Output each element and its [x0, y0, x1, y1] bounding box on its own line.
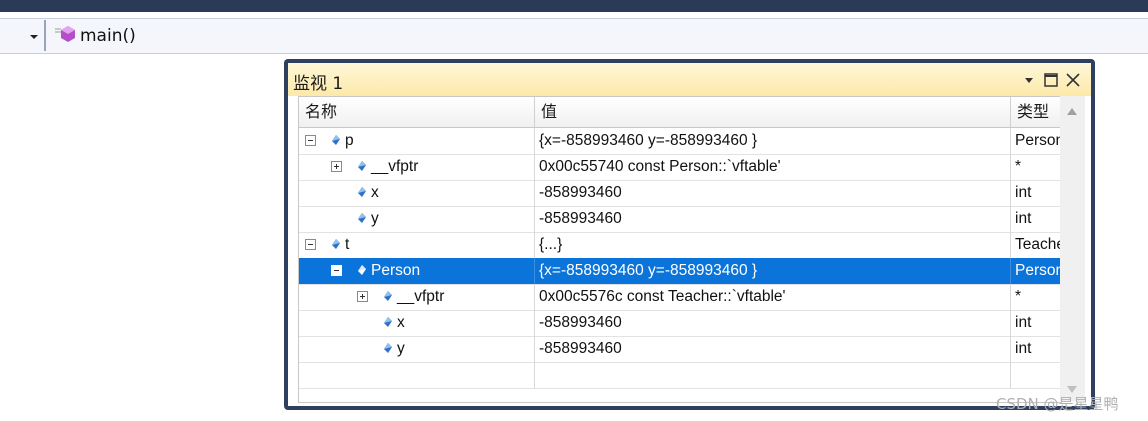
navigation-bar: main()	[0, 18, 1148, 54]
variable-name: Person	[371, 262, 421, 279]
type-cell: int	[1015, 314, 1032, 331]
watch-row[interactable]: x -858993460 int	[299, 180, 1061, 207]
value-cell[interactable]: 0x00c55740 const Person::`vftable'	[535, 154, 1011, 180]
expand-icon[interactable]	[331, 161, 342, 172]
type-cell: Person	[1015, 132, 1061, 149]
column-header-name[interactable]: 名称	[299, 97, 535, 127]
value-cell[interactable]	[535, 362, 1011, 388]
watch-row[interactable]: __vfptr 0x00c5576c const Teacher::`vftabl…	[299, 284, 1061, 311]
collapse-icon[interactable]	[305, 239, 316, 250]
maximize-icon[interactable]	[1042, 71, 1060, 89]
watch-titlebar[interactable]: 监视 1	[288, 63, 1091, 96]
variable-name: y	[397, 340, 405, 357]
variable-icon	[384, 343, 392, 353]
variable-name: p	[345, 132, 354, 149]
name-cell[interactable]	[299, 362, 535, 388]
watch-grid: 名称 值 类型 p {x=-858993460 y=-858993460 } Per…	[298, 96, 1062, 403]
name-cell[interactable]: p	[299, 128, 535, 154]
type-cell: int	[1015, 340, 1032, 357]
close-icon[interactable]	[1064, 71, 1082, 89]
watch-title: 监视 1	[293, 74, 344, 94]
collapse-icon[interactable]	[331, 265, 342, 276]
variable-icon	[332, 239, 340, 249]
column-header-type[interactable]: 类型	[1011, 97, 1061, 127]
value-cell[interactable]: {...}	[535, 232, 1011, 258]
column-header-value[interactable]: 值	[535, 97, 1011, 127]
type-cell: Person	[1015, 262, 1061, 279]
name-cell[interactable]: t	[299, 232, 535, 258]
scope-dropdown[interactable]	[0, 20, 46, 51]
name-cell[interactable]: __vfptr	[299, 284, 535, 310]
scroll-up-arrow-icon[interactable]	[1067, 108, 1077, 115]
name-cell[interactable]: Person	[299, 258, 535, 284]
variable-name: __vfptr	[371, 158, 419, 175]
value-cell[interactable]: 0x00c5576c const Teacher::`vftable'	[535, 284, 1011, 310]
variable-name: __vfptr	[397, 288, 445, 305]
type-cell: int	[1015, 210, 1032, 227]
variable-icon	[384, 317, 392, 327]
value-cell[interactable]: -858993460	[535, 336, 1011, 362]
variable-icon	[358, 213, 366, 223]
watch-row[interactable]: __vfptr 0x00c55740 const Person::`vftable…	[299, 154, 1061, 181]
scroll-down-arrow-icon[interactable]	[1067, 386, 1077, 393]
value-cell[interactable]: -858993460	[535, 310, 1011, 336]
watch-row[interactable]: t {...}Teacher	[299, 232, 1061, 259]
method-icon	[55, 26, 75, 42]
name-cell[interactable]: __vfptr	[299, 154, 535, 180]
variable-name: x	[397, 314, 405, 331]
vertical-scrollbar[interactable]	[1060, 96, 1085, 401]
watch-row[interactable]	[299, 362, 1061, 389]
name-cell[interactable]: x	[299, 180, 535, 206]
watch-row[interactable]: p {x=-858993460 y=-858993460 } Person	[299, 128, 1061, 155]
variable-icon	[358, 265, 366, 275]
expand-icon[interactable]	[357, 291, 368, 302]
watermark: CSDN @是星星鸭	[996, 395, 1119, 413]
type-cell: Teacher	[1015, 236, 1061, 253]
type-cell: int	[1015, 184, 1032, 201]
window-menu-icon[interactable]	[1020, 71, 1038, 89]
watch-row[interactable]: y -858993460 int	[299, 206, 1061, 233]
name-cell[interactable]: x	[299, 310, 535, 336]
collapse-icon[interactable]	[305, 135, 316, 146]
variable-icon	[358, 187, 366, 197]
chevron-down-icon[interactable]	[30, 35, 38, 39]
type-cell	[1011, 362, 1061, 388]
type-cell: *	[1015, 288, 1022, 305]
value-cell[interactable]: {x=-858993460 y=-858993460 }	[535, 128, 1011, 154]
title-bar-strip	[0, 0, 1148, 12]
name-cell[interactable]: y	[299, 336, 535, 362]
type-cell: *	[1015, 158, 1022, 175]
member-dropdown-label[interactable]: main()	[80, 26, 136, 46]
grid-header: 名称 值 类型	[299, 97, 1061, 128]
watch-window: 监视 1 名称 值 类型 p {x=-858993460 y=-858993460…	[284, 59, 1095, 410]
value-cell[interactable]: -858993460	[535, 180, 1011, 206]
variable-icon	[332, 135, 340, 145]
watch-row[interactable]: Person {x=-858993460 y=-858993460 } Person	[299, 258, 1061, 285]
value-cell[interactable]: -858993460	[535, 206, 1011, 232]
watch-row[interactable]: y -858993460 int	[299, 336, 1061, 363]
variable-icon	[384, 291, 392, 301]
variable-name: x	[371, 184, 379, 201]
variable-icon	[358, 161, 366, 171]
name-cell[interactable]: y	[299, 206, 535, 232]
variable-name: t	[345, 236, 350, 253]
value-cell[interactable]: {x=-858993460 y=-858993460 }	[535, 258, 1011, 284]
variable-name: y	[371, 210, 379, 227]
watch-row[interactable]: x -858993460 int	[299, 310, 1061, 337]
